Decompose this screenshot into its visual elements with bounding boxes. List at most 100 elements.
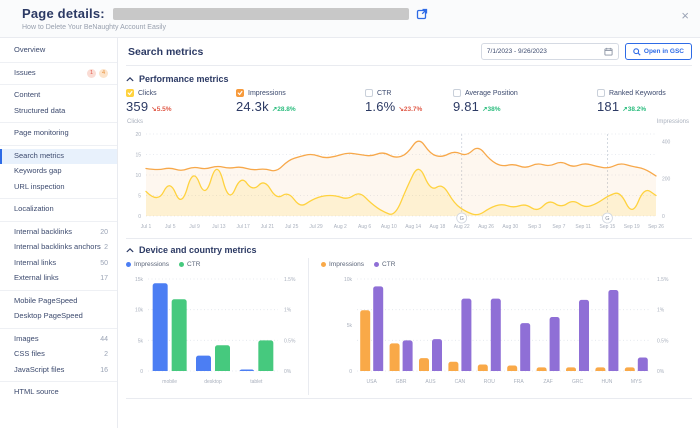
sidebar-item-javascript-files[interactable]: JavaScript files 16 [0,363,117,379]
checkbox-icon[interactable] [365,89,373,97]
bar-ctr-hun[interactable] [608,290,619,375]
bar-impressions-usa[interactable] [360,310,371,375]
sidebar-item-internal-links[interactable]: Internal links 50 [0,256,117,272]
main-panel: Search metrics 7/1/2023 - 9/26/2023 Open… [118,38,700,428]
legend-dot-icon [126,262,131,267]
bar-impressions-can[interactable] [448,361,459,375]
metric-value: 24.3k [236,99,269,114]
open-in-gsc-button[interactable]: Open in GSC [624,43,692,60]
external-link-icon[interactable] [416,8,428,20]
svg-text:200: 200 [662,177,671,183]
svg-text:GRC: GRC [572,379,584,385]
bar-impressions-rou[interactable] [477,364,488,375]
sidebar-item-search-metrics[interactable]: Search metrics [0,148,117,164]
sidebar-item-count: 2 [104,351,108,359]
sidebar-item-structured-data[interactable]: Structured data [0,104,117,120]
sidebar-item-count: 50 [100,259,108,267]
sidebar-item-issues[interactable]: Issues 1 4 [0,66,117,82]
date-range-input[interactable]: 7/1/2023 - 9/26/2023 [480,43,619,60]
bar-ctr-zaf[interactable] [549,317,560,375]
bar-ctr-fra[interactable] [520,323,531,375]
bar-impressions-tablet[interactable] [239,369,255,375]
legend-impressions[interactable]: Impressions [126,261,169,268]
performance-metrics-toggle[interactable]: Performance metrics [126,71,692,86]
sidebar-item-label: Internal links [14,257,57,267]
legend-ctr[interactable]: CTR [374,261,395,268]
sidebar-item-label: Search metrics [14,150,65,160]
country-bar-chart[interactable]: 1.5% 1% 0.5% 0% 10k 5k 0 USA GBR AUS CAN ROU FRA ZAF G… [321,271,692,395]
google-update-marker[interactable]: G [602,212,613,224]
bar-ctr-grc[interactable] [579,299,589,375]
bar-impressions-mobile[interactable] [152,283,168,375]
sidebar-item-localization[interactable]: Localization [0,202,117,218]
performance-line-chart[interactable]: Clicks Impressions 20 15 10 5 0 400 200 0 Jul 1 Jul… [126,116,692,236]
sidebar-item-desktop-pagespeed[interactable]: Desktop PageSpeed [0,309,117,325]
svg-text:Aug 2: Aug 2 [334,224,347,230]
sidebar-item-overview[interactable]: Overview [0,43,117,59]
svg-text:0%: 0% [284,369,292,375]
bar-ctr-rou[interactable] [490,298,501,375]
bar-ctr-mobile[interactable] [171,299,187,375]
metric-delta: ↗28.8% [271,106,296,113]
svg-text:AUS: AUS [425,379,436,385]
svg-text:1%: 1% [657,308,665,314]
metric-checkbox-impressions[interactable]: Impressions [236,89,365,97]
sidebar-item-label: JavaScript files [14,364,65,374]
bar-impressions-zaf[interactable] [536,367,547,375]
issues-badge: 1 [87,68,96,78]
bar-impressions-mys[interactable] [624,367,635,375]
bar-impressions-hun[interactable] [595,367,606,375]
bar-impressions-aus[interactable] [419,358,429,375]
device-country-toggle[interactable]: Device and country metrics [126,238,692,257]
legend-dot-icon [374,262,380,267]
metric-ranked-keywords: Ranked Keywords 181 ↗38.2% [597,89,692,114]
sidebar-item-external-links[interactable]: External links 17 [0,271,117,287]
sidebar-item-label: Issues [14,67,36,77]
bar-impressions-fra[interactable] [507,365,518,375]
svg-text:USA: USA [367,379,378,385]
svg-text:400: 400 [662,139,671,145]
svg-text:Aug 18: Aug 18 [429,224,445,230]
google-update-marker[interactable]: G [456,212,468,224]
sidebar-item-url-inspection[interactable]: URL inspection [0,180,117,196]
sidebar-item-internal-backlinks[interactable]: Internal backlinks 20 [0,225,117,241]
legend-ctr[interactable]: CTR [179,261,200,268]
sidebar-item-content[interactable]: Content [0,88,117,104]
metric-checkbox-ctr[interactable]: CTR [365,89,453,97]
metric-checkbox-clicks[interactable]: Clicks [126,89,236,97]
checkbox-icon[interactable] [453,89,461,97]
bar-ctr-desktop[interactable] [215,345,230,375]
sidebar-item-css-files[interactable]: CSS files 2 [0,347,117,363]
bar-ctr-mys[interactable] [637,357,648,375]
svg-text:Jul 5: Jul 5 [165,224,176,230]
metric-checkbox-average-position[interactable]: Average Position [453,89,597,97]
svg-text:15: 15 [135,153,141,159]
close-icon[interactable]: × [681,9,689,22]
device-bar-chart[interactable]: 1.5% 1% 0.5% 0% 15k 10k 5k 0 mobile desktop tablet [126,271,308,395]
svg-text:5k: 5k [138,338,144,344]
sidebar-item-page-monitoring[interactable]: Page monitoring [0,126,117,142]
sidebar-item-images[interactable]: Images 44 [0,332,117,348]
metric-checkbox-ranked-keywords[interactable]: Ranked Keywords [597,89,692,97]
sidebar-item-keywords-gap[interactable]: Keywords gap [0,164,117,180]
sidebar: Overview Issues 1 4 Content Structured data Pa… [0,38,118,428]
sidebar-item-internal-backlinks-anchors[interactable]: Internal backlinks anchors 2 [0,240,117,256]
legend-impressions[interactable]: Impressions [321,261,364,268]
checkbox-icon[interactable] [597,89,605,97]
sidebar-item-mobile-pagespeed[interactable]: Mobile PageSpeed [0,294,117,310]
bar-ctr-gbr[interactable] [402,340,413,375]
bar-ctr-usa[interactable] [373,286,384,375]
checkbox-icon[interactable] [236,89,244,97]
search-icon [633,47,641,56]
sidebar-item-label: Desktop PageSpeed [14,311,83,321]
bar-impressions-desktop[interactable] [196,355,211,375]
bar-ctr-can[interactable] [461,298,472,375]
legend-label: Impressions [134,261,170,268]
checkbox-icon[interactable] [126,89,134,97]
bar-impressions-gbr[interactable] [389,343,400,375]
device-country-title: Device and country metrics [139,245,257,255]
bar-ctr-aus[interactable] [432,339,442,375]
svg-text:10k: 10k [135,308,144,314]
sidebar-item-html-source[interactable]: HTML source [0,385,117,401]
bar-ctr-tablet[interactable] [258,340,274,375]
